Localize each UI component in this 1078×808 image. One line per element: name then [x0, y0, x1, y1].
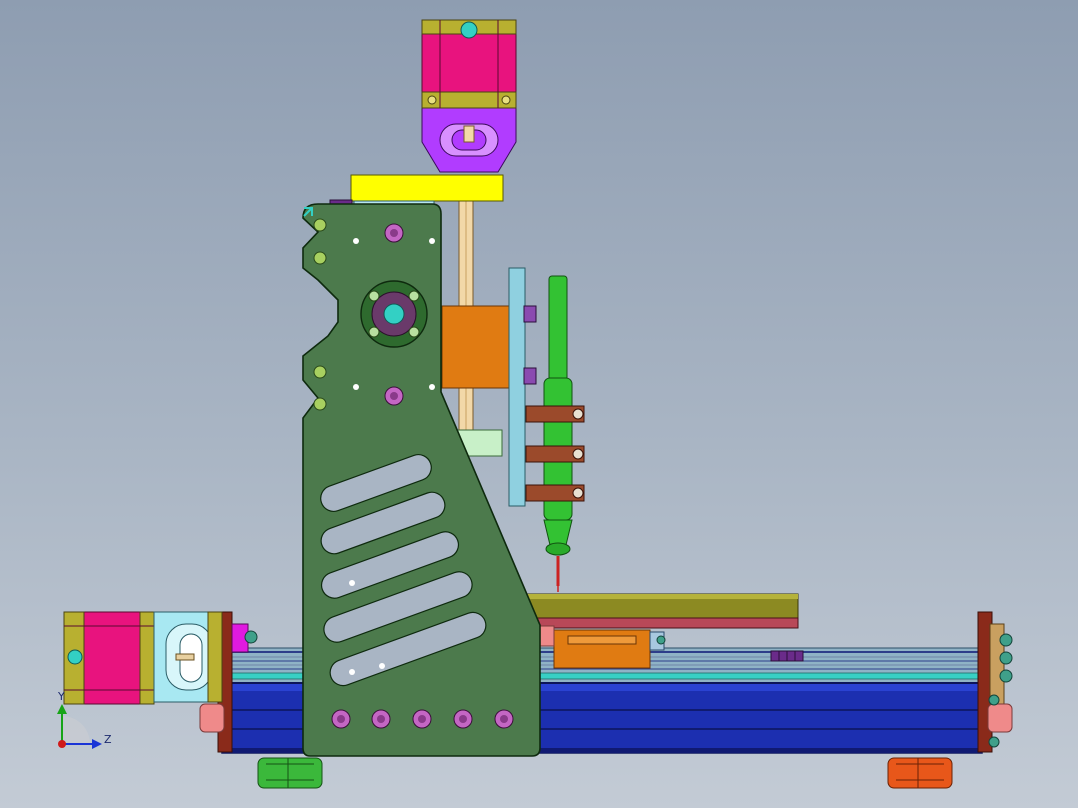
- stepper-motor-left: [63, 611, 155, 705]
- stepper-motor-top: [421, 19, 517, 109]
- foot-right: [887, 757, 953, 789]
- cnc-model-drawing: Y Z: [57, 19, 1013, 789]
- triad-y-label: Y: [57, 690, 65, 703]
- cad-viewport[interactable]: Y Z: [0, 0, 1078, 808]
- right-end-plate: [977, 611, 1013, 753]
- triad-z-label: Z: [104, 733, 112, 746]
- motor-mount-top: [421, 107, 517, 173]
- motor-mount-left: [153, 611, 223, 703]
- gantry-side-plate: [302, 203, 541, 757]
- spindle: [543, 275, 573, 592]
- spindle-clamps: [525, 405, 585, 502]
- foot-left: [257, 757, 323, 789]
